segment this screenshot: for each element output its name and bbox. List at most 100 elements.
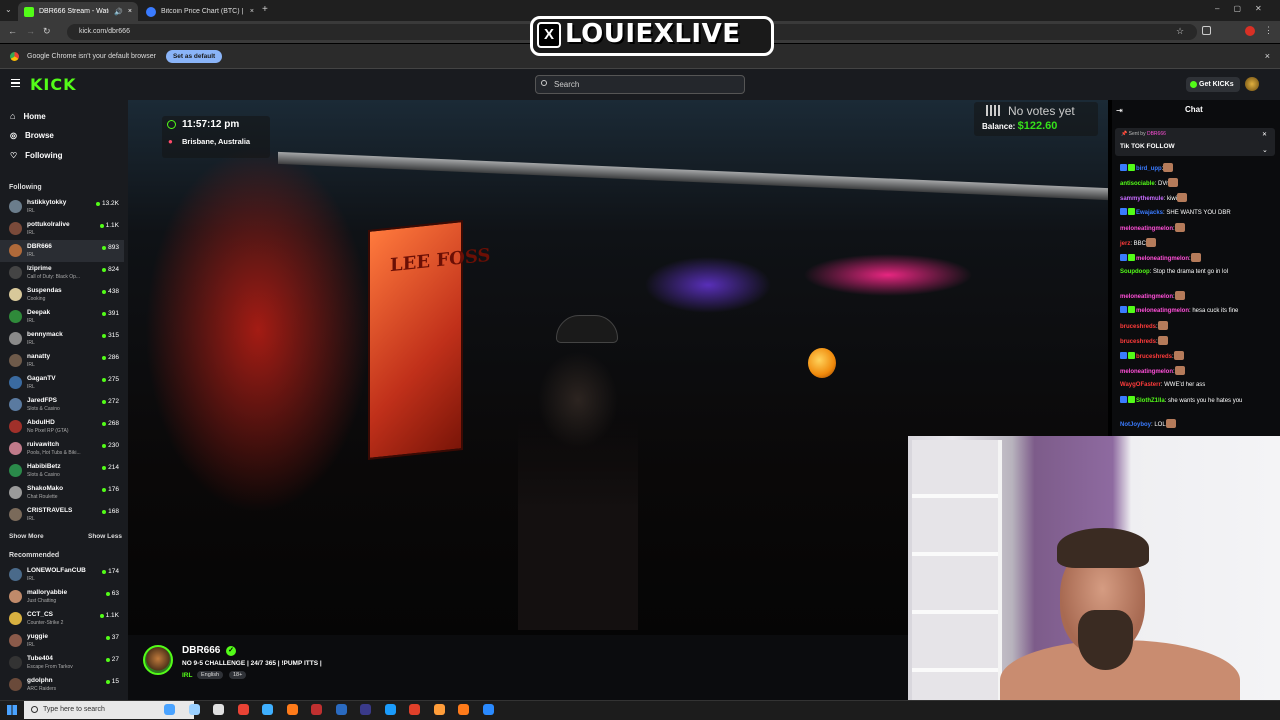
chat-message[interactable]: NotJoyboy: LOL [1120,419,1276,429]
nav-home[interactable]: ⌂ Home [10,111,46,121]
chat-username[interactable]: bruceshreds [1120,339,1156,345]
back-button[interactable]: ← [8,26,17,36]
channel-row[interactable]: CRISTRAVELS IRL 168 [0,504,124,526]
chat-message[interactable]: meloneatingmelon: [1120,366,1276,376]
chat-username[interactable]: SlothZ1lla [1136,398,1165,404]
chat-message[interactable]: meloneatingmelon: [1120,223,1276,233]
chat-message[interactable]: jerz: BBC [1120,238,1276,248]
channel-row[interactable]: yuggie IRL 37 [0,630,124,652]
chat-username[interactable]: NotJoyboy [1120,422,1151,428]
profile-avatar[interactable] [1245,26,1255,36]
taskbar-app-icon[interactable] [286,704,298,715]
chat-username[interactable]: Soupdoop [1120,269,1150,275]
taskbar-app-icon[interactable] [335,704,347,715]
show-less-button[interactable]: Show Less [88,533,122,540]
set-default-button[interactable]: Set as default [165,49,223,63]
channel-row[interactable]: HabibiBetz Slots & Casino 214 [0,460,124,482]
chat-message[interactable]: meloneatingmelon: [1120,253,1276,263]
channel-row[interactable]: ShakoMako Chat Roulette 176 [0,482,124,504]
taskbar-app-icon[interactable] [164,704,175,715]
channel-row[interactable]: DBR666 IRL 893 [0,240,124,262]
chat-message[interactable]: Soupdoop: Stop the drama tent go in lol [1120,268,1276,276]
infobar-close-icon[interactable]: × [1265,51,1270,61]
chat-message[interactable]: antisociable: DVr [1120,178,1276,188]
tab-close-icon[interactable]: × [128,8,132,15]
taskbar-app-icon[interactable] [237,704,249,715]
chat-message[interactable]: sammythemule: kiwi [1120,193,1276,203]
chat-message[interactable]: bruceshreds: [1120,321,1276,331]
new-tab-button[interactable]: + [262,4,268,15]
taskbar-app-icon[interactable] [311,704,322,715]
chat-username[interactable]: Ewajacks [1136,210,1163,216]
channel-name[interactable]: DBR666 [182,645,220,656]
channel-row[interactable]: JaredFPS Slots & Casino 272 [0,394,124,416]
chat-username[interactable]: bruceshreds [1136,354,1172,360]
chat-message[interactable]: Ewajacks: SHE WANTS YOU DBR [1120,208,1276,217]
taskbar-app-icon[interactable] [262,704,273,715]
chat-message[interactable]: meloneatingmelon: hesa cuck its fine [1120,306,1276,315]
channel-row[interactable]: hstikkytokky IRL 13.2K [0,196,124,218]
channel-row[interactable]: Deepak IRL 391 [0,306,124,328]
chat-username[interactable]: sammythemule [1120,196,1164,202]
browser-tab-kick[interactable]: DBR666 Stream - Watch Live 🔊 × [18,2,138,21]
chat-username[interactable]: meloneatingmelon [1120,226,1173,232]
tab-search-button[interactable]: ⌄ [5,5,12,14]
chat-message[interactable]: WaygOFasterr: WWE'd her ass [1120,381,1276,389]
chat-message[interactable]: meloneatingmelon: [1120,291,1276,301]
stream-category[interactable]: IRL [182,672,192,679]
tag-mature[interactable]: 18+ [229,671,247,679]
channel-row[interactable]: AbdulHD No Pixel RP (GTA) 268 [0,416,124,438]
chat-username[interactable]: meloneatingmelon [1120,294,1173,300]
browser-tab-bitcoin[interactable]: Bitcoin Price Chart (BTC) | Coin × [140,2,260,21]
channel-avatar[interactable] [143,645,173,675]
taskbar-app-icon[interactable] [213,704,224,715]
taskbar-app-icon[interactable] [458,704,469,715]
extensions-icon[interactable] [1202,26,1211,35]
chat-message[interactable]: bird_upp: [1120,163,1276,173]
taskbar-app-icon[interactable] [433,704,445,715]
window-controls[interactable]: –▢✕ [1215,4,1276,13]
channel-row[interactable]: nanatty IRL 286 [0,350,124,372]
collapse-chat-icon[interactable]: ⇥ [1116,106,1123,115]
chat-username[interactable]: bird_upp [1136,166,1162,172]
nav-following[interactable]: ♡ Following [10,151,63,160]
channel-row[interactable]: GaganTV IRL 275 [0,372,124,394]
chat-message[interactable]: SlothZ1lla: she wants you he hates you [1120,396,1276,405]
tag-language[interactable]: English [197,671,224,679]
forward-button[interactable]: → [26,26,35,36]
channel-row[interactable]: pottukolralive IRL 1.1K [0,218,124,240]
channel-row[interactable]: gdolphn ARC Raiders 15 [0,674,124,696]
chat-username[interactable]: WaygOFasterr [1120,382,1161,388]
chat-username[interactable]: meloneatingmelon [1136,256,1189,262]
chat-username[interactable]: jerz [1120,241,1130,247]
nav-browse[interactable]: ◎ Browse [10,131,54,140]
chat-message[interactable]: bruceshreds: [1120,336,1276,346]
windows-start-icon[interactable] [7,705,17,715]
chat-username[interactable]: antisociable [1120,181,1155,187]
user-avatar[interactable] [1245,77,1259,91]
channel-row[interactable]: bennymack IRL 315 [0,328,124,350]
taskbar-app-icon[interactable] [384,704,396,715]
reload-button[interactable]: ↻ [43,26,51,37]
show-more-button[interactable]: Show More [9,533,44,540]
bookmark-star-icon[interactable]: ☆ [1176,26,1184,37]
pinned-chevron-icon[interactable]: ⌄ [1262,146,1268,154]
taskbar-app-icon[interactable] [188,704,200,715]
taskbar-app-icon[interactable] [409,704,420,715]
unpin-icon[interactable]: ✕ [1262,131,1267,138]
taskbar-app-icon[interactable] [360,704,371,715]
chat-username[interactable]: bruceshreds [1120,324,1156,330]
browser-menu-icon[interactable]: ⋮ [1264,25,1273,36]
chat-username[interactable]: meloneatingmelon [1136,308,1189,314]
chat-username[interactable]: meloneatingmelon [1120,369,1173,375]
channel-row[interactable]: Tube404 Escape From Tarkov 27 [0,652,124,674]
channel-row[interactable]: lziprime Call of Duty: Black Op... 824 [0,262,124,284]
kick-logo[interactable]: KICK [30,75,77,94]
channel-row[interactable]: malloryabbie Just Chatting 63 [0,586,124,608]
menu-icon[interactable] [11,79,20,87]
chat-message[interactable]: bruceshreds: [1120,351,1276,361]
channel-row[interactable]: CCT_CS Counter-Strike 2 1.1K [0,608,124,630]
channel-row[interactable]: LONEWOLFanCUB IRL 174 [0,564,124,586]
taskbar-app-icon[interactable] [482,704,494,715]
search-input[interactable]: Search [535,75,745,94]
